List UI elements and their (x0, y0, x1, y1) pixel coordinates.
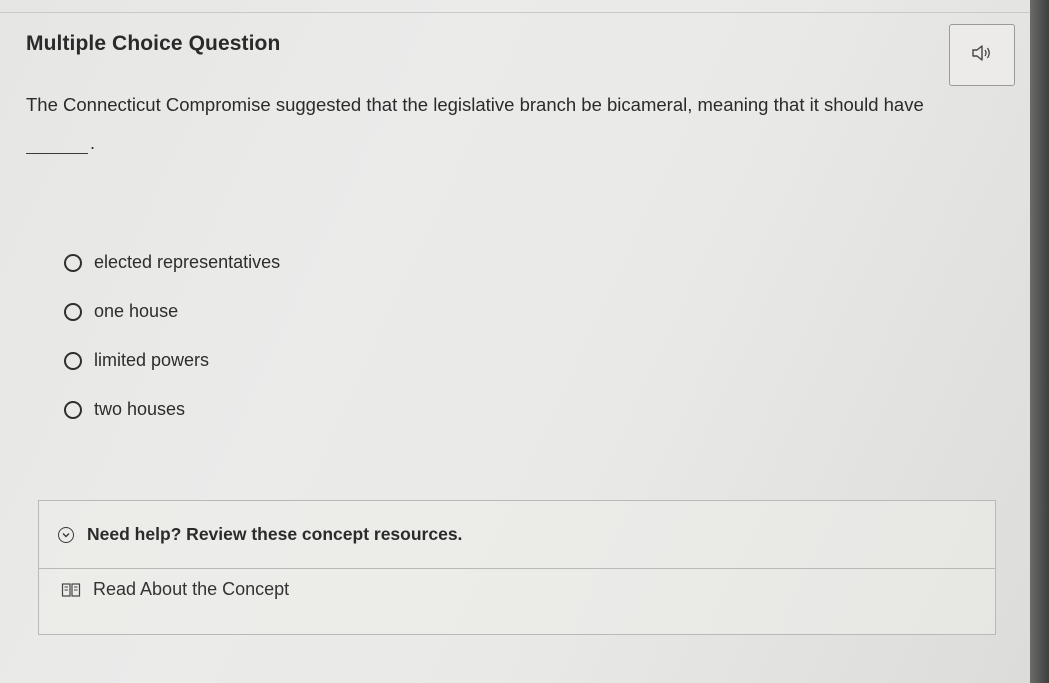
option-label: two houses (94, 399, 186, 419)
answer-options: elected representatives one house limite… (64, 238, 280, 434)
radio-button[interactable] (64, 253, 82, 272)
option-two-houses[interactable]: two houses (64, 385, 280, 434)
chevron-down-icon (58, 526, 74, 543)
radio-button[interactable] (64, 351, 82, 370)
read-about-concept-link[interactable]: Read About the Concept (61, 579, 289, 600)
book-icon (61, 582, 81, 598)
concept-resources-title: Need help? Review these concept resource… (87, 524, 463, 544)
question-type-heading: Multiple Choice Question (26, 32, 281, 55)
radio-button[interactable] (64, 302, 82, 321)
screen-bezel (1030, 0, 1049, 683)
blank-underline (26, 153, 88, 154)
option-label: limited powers (94, 350, 210, 370)
answer-blank: . (26, 133, 95, 154)
speaker-icon (971, 43, 993, 68)
concept-resources-toggle[interactable]: Need help? Review these concept resource… (39, 501, 995, 569)
read-about-concept-label: Read About the Concept (93, 579, 290, 599)
question-screen: Multiple Choice Question The Connecticut… (0, 0, 1030, 683)
top-divider (0, 12, 1030, 13)
option-label: one house (94, 301, 179, 321)
blank-suffix: . (90, 133, 96, 153)
question-prompt: The Connecticut Compromise suggested tha… (26, 94, 924, 115)
read-aloud-button[interactable] (949, 24, 1015, 86)
radio-button[interactable] (64, 400, 82, 419)
option-one-house[interactable]: one house (64, 287, 280, 336)
option-elected-representatives[interactable]: elected representatives (64, 238, 280, 287)
concept-resources-panel: Need help? Review these concept resource… (38, 500, 996, 635)
option-limited-powers[interactable]: limited powers (64, 336, 280, 385)
option-label: elected representatives (94, 252, 281, 272)
